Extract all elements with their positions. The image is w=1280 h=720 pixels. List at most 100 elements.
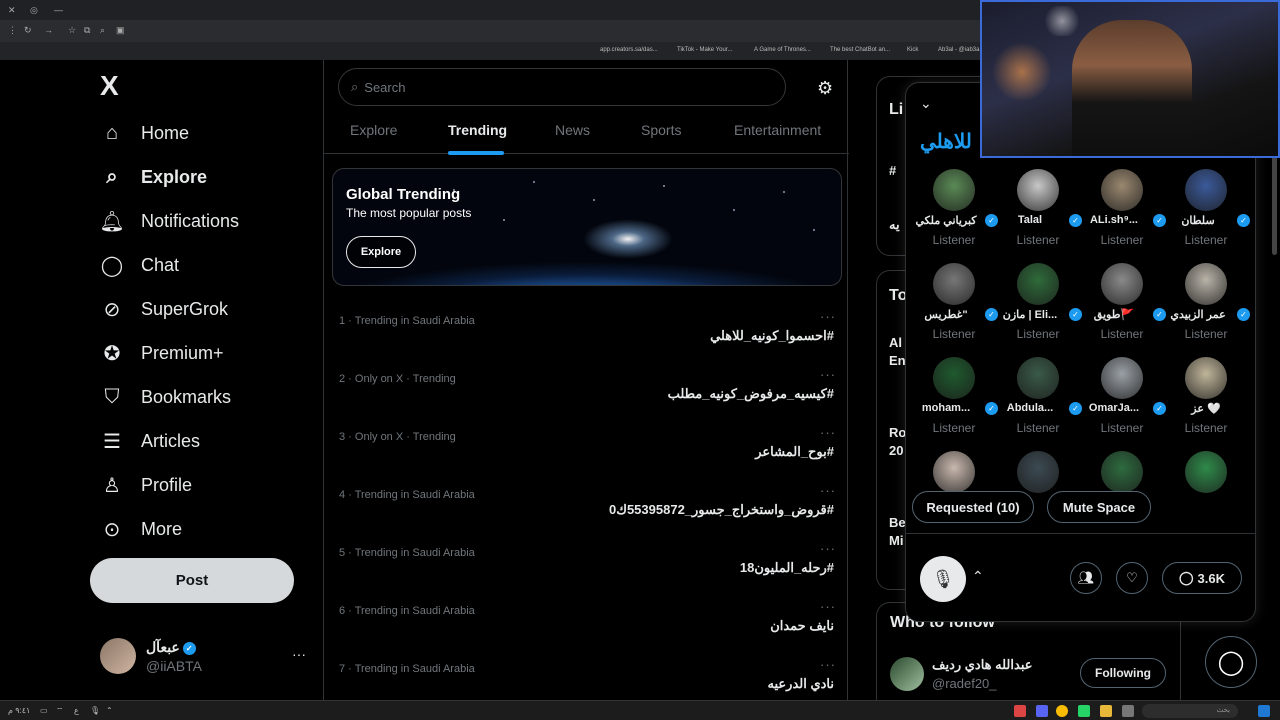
wifi-icon[interactable]: ⌔ <box>56 706 64 716</box>
x-logo[interactable]: X <box>100 70 119 102</box>
taskbar-search[interactable]: بحث <box>1142 704 1238 718</box>
global-trending-banner[interactable]: Global Trending The most popular posts E… <box>332 168 842 286</box>
nav-more[interactable]: ⊙ More <box>100 514 182 544</box>
folder-icon[interactable] <box>1100 705 1112 717</box>
microphone-button[interactable]: 🎙︎ <box>920 556 966 602</box>
nav-articles[interactable]: ☰ Articles <box>100 426 200 456</box>
search-icon[interactable]: ⌕ <box>100 25 105 36</box>
nav-chat[interactable]: ◯ Chat <box>100 250 179 280</box>
listener-card[interactable]: كبرياني ملكي ✓ Listener <box>912 169 998 259</box>
listener-card[interactable]: سلطان ✓ Listener <box>1164 169 1250 259</box>
more-dots-icon[interactable]: ··· <box>820 599 836 614</box>
trend-item[interactable]: 2 · Only on X · Trending ··· #كيسيه_مرفو… <box>324 367 848 431</box>
bookmark-star-icon[interactable]: ☆ <box>68 25 76 36</box>
listener-card[interactable]: عز 🤍 Listener <box>1164 357 1248 447</box>
bookmark-item[interactable]: TikTok - Make Your... <box>677 47 732 53</box>
listener-card[interactable]: طويق🚩 ✓ Listener <box>1080 263 1166 353</box>
menu-icon[interactable]: ⋮ <box>8 25 17 36</box>
more-dots-icon[interactable]: ··· <box>820 425 836 440</box>
listener-card[interactable]: OmarJa... ✓ Listener <box>1080 357 1166 447</box>
close-window-icon[interactable]: ✕ <box>8 5 16 16</box>
listener-card[interactable]: مازن | Eli... ✓ Listener <box>996 263 1082 353</box>
cam-light <box>992 42 1052 102</box>
trend-item[interactable]: 5 · Trending in Saudi Arabia ··· #رحله_ا… <box>324 541 848 605</box>
people-icon[interactable]: 👥︎ <box>1070 562 1102 594</box>
app-icon[interactable] <box>1014 705 1026 717</box>
chevron-up-icon[interactable]: ⌃ <box>106 706 113 715</box>
bookmark-item[interactable]: app.creators.sa/das... <box>600 47 658 53</box>
tabs-icon[interactable]: ▣ <box>116 25 125 36</box>
space-panel: ⌄ للاهلي كبرياني ملكي ✓ Listener Talal ✓ List… <box>905 82 1256 622</box>
chevron-up-icon[interactable]: ⌃ <box>972 568 984 585</box>
banner-explore-button[interactable]: Explore <box>346 236 416 268</box>
nav-home[interactable]: ⌂ Home <box>100 118 189 148</box>
bookmark-item[interactable]: A Game of Thrones... <box>754 47 811 53</box>
avatar[interactable] <box>890 657 924 691</box>
more-dots-icon[interactable]: ··· <box>820 483 836 498</box>
forward-icon[interactable]: → <box>44 25 53 35</box>
tab-news[interactable]: News <box>555 122 590 138</box>
requested-button[interactable]: Requested (10) <box>912 491 1034 523</box>
follow-user-name[interactable]: عبدالله هادي رديف <box>932 657 1033 673</box>
app-icon[interactable] <box>1122 705 1134 717</box>
nav-profile[interactable]: ♙ Profile <box>100 470 192 500</box>
tab-entertainment[interactable]: Entertainment <box>734 122 821 138</box>
windows-start-icon[interactable] <box>1258 705 1270 717</box>
bookmark-item[interactable]: The best ChatBot an... <box>830 47 890 53</box>
tab-sports[interactable]: Sports <box>641 122 681 138</box>
nav-explore[interactable]: ⌕ Explore <box>100 162 207 192</box>
nav-notifications[interactable]: 🔔︎ Notifications <box>99 206 239 236</box>
replies-button[interactable]: ◯ 3.6K <box>1162 562 1242 594</box>
more-circle-icon: ⊙ <box>103 518 121 541</box>
listener-card[interactable]: غطريس" ✓ Listener <box>912 263 998 353</box>
chat-fab-button[interactable]: ◯ <box>1205 636 1257 688</box>
tab-trending[interactable]: Trending <box>448 122 507 138</box>
post-button[interactable]: Post <box>90 558 294 603</box>
more-dots-icon[interactable]: ··· <box>820 541 836 556</box>
avatar <box>1185 169 1227 211</box>
chrome-icon[interactable] <box>1056 705 1068 717</box>
listener-card[interactable]: Abdula... ✓ Listener <box>996 357 1082 447</box>
listener-card[interactable]: moham... ✓ Listener <box>912 357 998 447</box>
trend-item[interactable]: 6 · Trending in Saudi Arabia ··· نايف حم… <box>324 599 848 663</box>
trend-item[interactable]: 7 · Trending in Saudi Arabia ··· نادي ال… <box>324 657 848 700</box>
listener-name: ALi.sh⁹... <box>1089 214 1138 226</box>
extension-icon[interactable]: ⧉ <box>84 25 90 36</box>
nav-supergrok[interactable]: ⊘ SuperGrok <box>100 294 228 324</box>
language-indicator[interactable]: ع <box>74 706 79 715</box>
discord-icon[interactable] <box>1036 705 1048 717</box>
nav-bookmarks[interactable]: ⛉ Bookmarks <box>100 382 232 412</box>
listener-card[interactable] <box>1164 451 1248 541</box>
heart-add-icon[interactable]: ♡ <box>1116 562 1148 594</box>
more-dots-icon[interactable]: ··· <box>292 646 306 662</box>
bookmark-item[interactable]: Kick <box>907 47 918 53</box>
listener-card[interactable]: Talal ✓ Listener <box>996 169 1082 259</box>
search-input[interactable]: ⌕ Search <box>338 68 786 106</box>
whatsapp-icon[interactable] <box>1078 705 1090 717</box>
listener-card[interactable]: ALi.sh⁹... ✓ Listener <box>1080 169 1166 259</box>
verified-badge-icon: ✓ <box>182 641 196 655</box>
trend-item[interactable]: 1 · Trending in Saudi Arabia ··· #احسموا… <box>324 309 848 373</box>
mic-icon[interactable]: 🎙︎ <box>90 706 100 715</box>
trend-meta: 2 · Only on X · Trending <box>339 373 456 385</box>
avatar <box>1101 451 1143 493</box>
monitor-icon[interactable]: ▭ <box>40 706 48 715</box>
chevron-down-icon[interactable]: ⌄ <box>920 95 932 112</box>
tab-explore[interactable]: Explore <box>350 122 397 138</box>
more-dots-icon[interactable]: ··· <box>820 367 836 382</box>
listener-card[interactable]: عمر الزبيدي ✓ Listener <box>1164 263 1250 353</box>
account-switcher[interactable]: عبعآل ✓ @iiABTA ··· <box>100 638 310 678</box>
bookmark-item[interactable]: Ab3al - @iab3a <box>938 47 979 53</box>
trend-item[interactable]: 4 · Trending in Saudi Arabia ··· #قروض_و… <box>324 483 848 547</box>
bookmark-icon: ⛉ <box>104 385 120 408</box>
more-dots-icon[interactable]: ··· <box>820 657 836 672</box>
restore-window-icon[interactable]: ◎ <box>30 5 38 16</box>
minimize-window-icon[interactable]: — <box>54 5 63 15</box>
following-button[interactable]: Following <box>1080 658 1166 688</box>
nav-premium[interactable]: ✪ Premium+ <box>100 338 224 368</box>
more-dots-icon[interactable]: ··· <box>820 309 836 324</box>
reload-icon[interactable]: ↻ <box>24 25 32 36</box>
gear-icon[interactable]: ⚙ <box>817 78 833 99</box>
mute-space-button[interactable]: Mute Space <box>1047 491 1151 523</box>
trend-item[interactable]: 3 · Only on X · Trending ··· #بوح_المشاع… <box>324 425 848 489</box>
